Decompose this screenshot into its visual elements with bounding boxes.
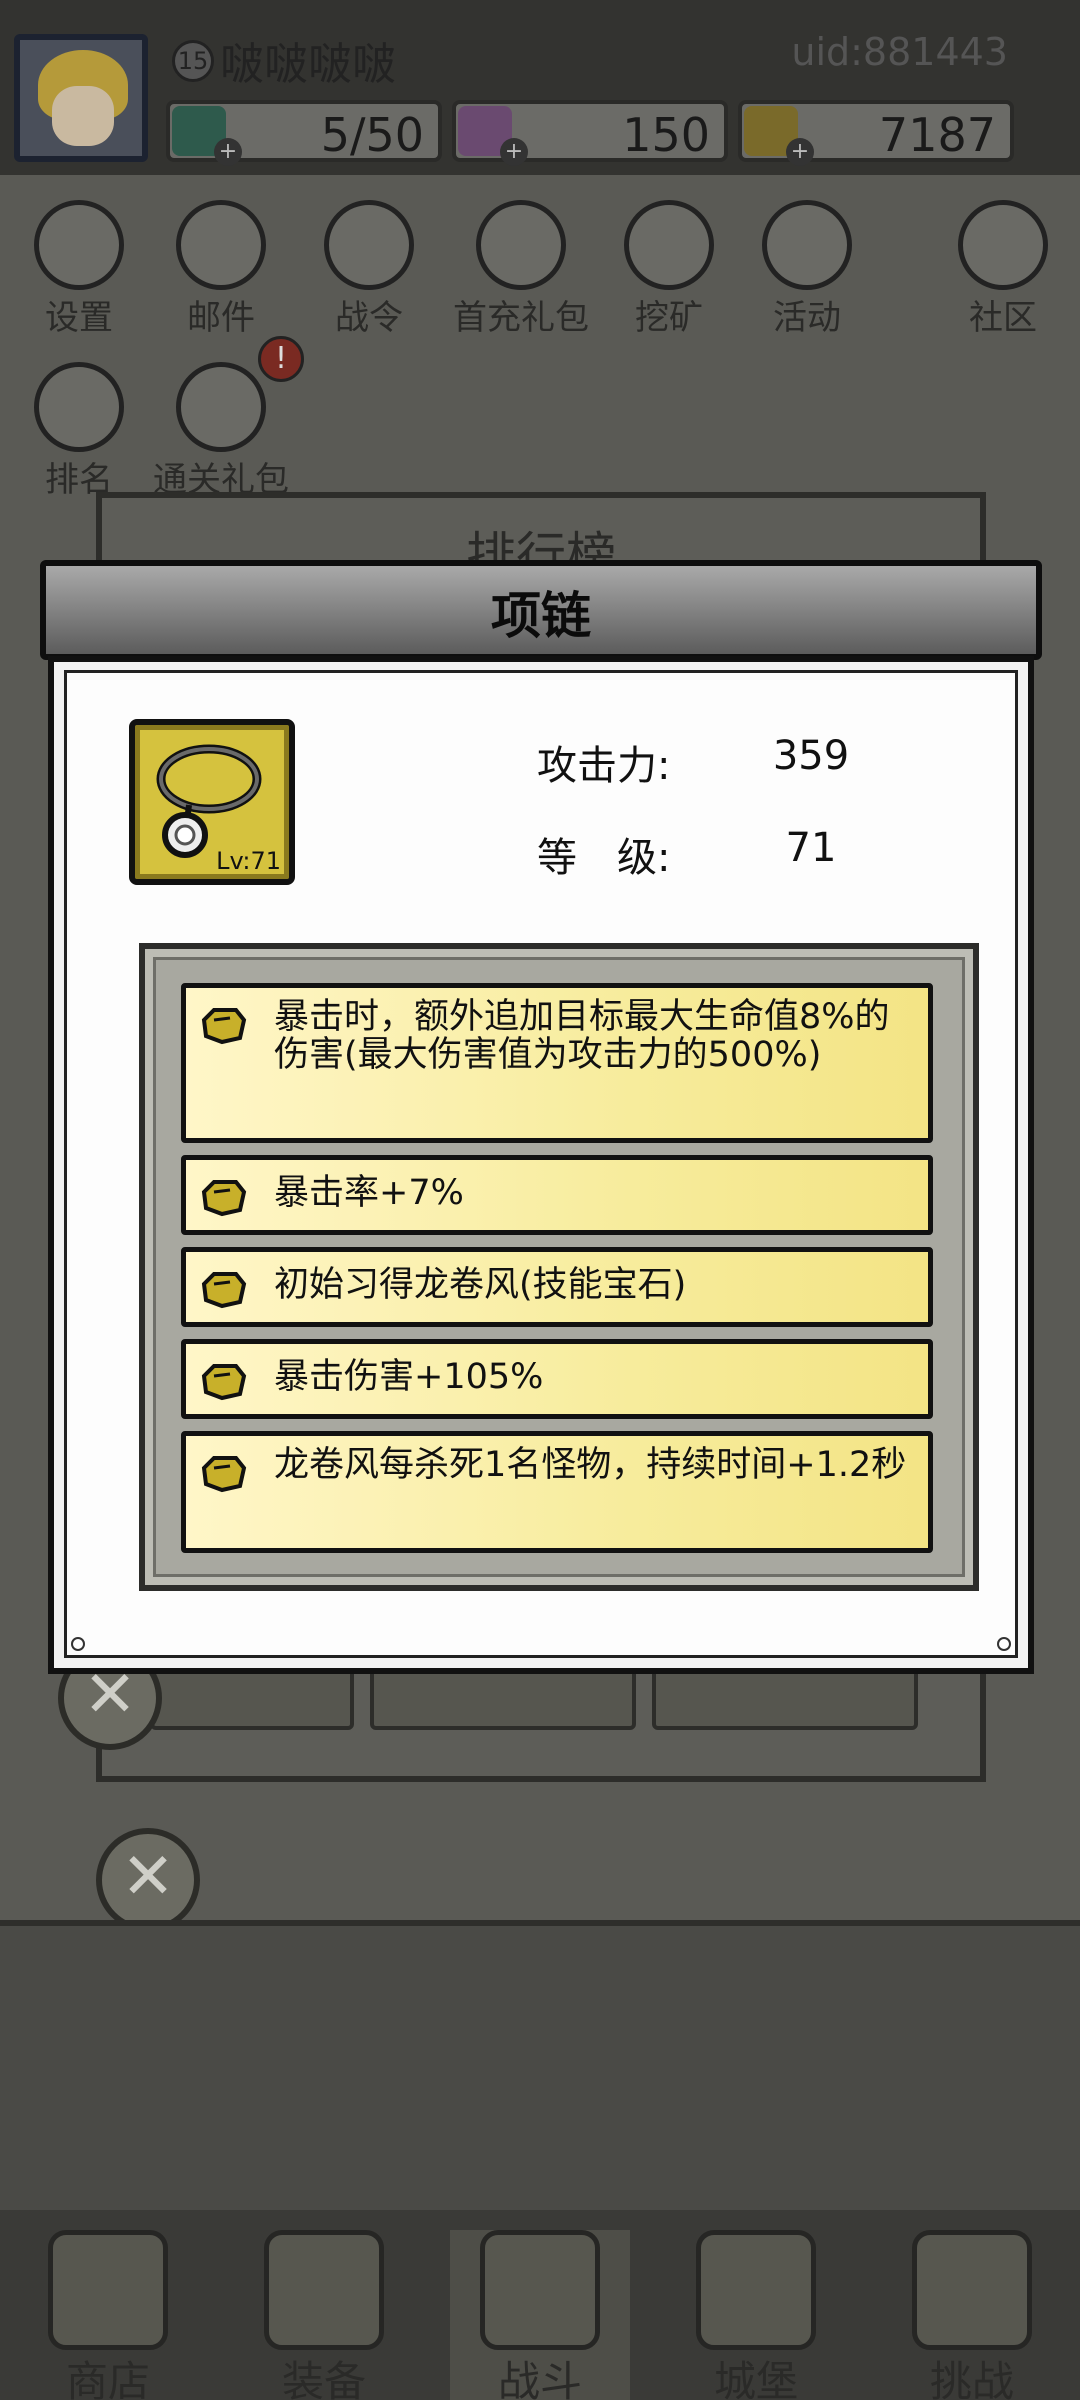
challenge-icon	[912, 2230, 1032, 2350]
attribute-row: 龙卷风每杀死1名怪物，持续时间+1.2秒	[181, 1431, 933, 1553]
attribute-text: 暴击率+7%	[274, 1173, 464, 1213]
attack-value: 359	[772, 733, 850, 779]
nav-equipment[interactable]: 装备	[234, 2230, 414, 2400]
alert-badge: !	[258, 336, 304, 382]
nav-challenge[interactable]: 挑战	[882, 2230, 1062, 2400]
attribute-row: 暴击率+7%	[181, 1155, 933, 1235]
battle-pass-button[interactable]: 战令	[314, 200, 424, 350]
gem-bullet-icon	[201, 1180, 247, 1217]
gear-icon	[34, 200, 124, 290]
gem-bullet-icon	[201, 1456, 247, 1493]
mail-button[interactable]: 邮件	[166, 200, 276, 350]
attribute-text: 暴击时，额外追加目标最大生命值8%的伤害(最大伤害值为攻击力的500%)	[274, 997, 890, 1075]
mail-icon	[176, 200, 266, 290]
home-icon	[958, 200, 1048, 290]
level-stat: 等 级: 71	[537, 825, 937, 885]
mining-button[interactable]: 挖矿	[614, 200, 724, 350]
pickaxe-icon	[624, 200, 714, 290]
shop-icon	[48, 2230, 168, 2350]
floor-decoration	[0, 1920, 1080, 2220]
item-level-label: Lv:71	[216, 847, 281, 875]
gold-counter[interactable]: + 7187	[738, 100, 1014, 166]
add-gold-icon[interactable]: +	[786, 138, 814, 166]
dialog-header: 项链	[40, 560, 1042, 660]
rivet-decoration	[997, 1637, 1011, 1651]
energy-counter[interactable]: + 5/50	[166, 100, 442, 166]
nav-shop[interactable]: 商店	[18, 2230, 198, 2400]
player-level-badge: 15	[172, 40, 214, 82]
rivet-decoration	[71, 1637, 85, 1651]
attribute-text: 暴击伤害+105%	[274, 1357, 544, 1397]
backpack-icon	[264, 2230, 384, 2350]
bottom-nav: 商店 装备 战斗 城堡 挑战	[0, 2210, 1080, 2400]
crossed-swords-icon	[480, 2230, 600, 2350]
attack-label: 攻击力:	[537, 743, 671, 789]
add-gem-icon[interactable]: +	[500, 138, 528, 166]
event-icon	[762, 200, 852, 290]
attribute-text: 龙卷风每杀死1名怪物，持续时间+1.2秒	[274, 1445, 907, 1485]
attribute-list-frame: 暴击时，额外追加目标最大生命值8%的伤害(最大伤害值为攻击力的500%) 暴击率…	[139, 943, 979, 1591]
gem-bullet-icon	[201, 1008, 247, 1045]
attribute-row: 暴击伤害+105%	[181, 1339, 933, 1419]
dialog-inner-panel: Lv:71 攻击力: 359 等 级: 71 暴击时，额外追加目标最大生命值8%…	[64, 670, 1018, 1658]
attack-stat: 攻击力: 359	[537, 733, 937, 793]
player-uid: uid:881443	[791, 30, 1008, 74]
nav-battle[interactable]: 战斗	[450, 2230, 630, 2400]
clear-gift-button[interactable]: 通关礼包	[153, 362, 289, 512]
nav-castle[interactable]: 城堡	[666, 2230, 846, 2400]
battle-pass-icon	[324, 200, 414, 290]
item-icon-frame: Lv:71	[129, 719, 295, 885]
ranking-icon	[34, 362, 124, 452]
settings-button[interactable]: 设置	[24, 200, 134, 350]
gift-bag-icon	[176, 362, 266, 452]
attribute-row: 暴击时，额外追加目标最大生命值8%的伤害(最大伤害值为攻击力的500%)	[181, 983, 933, 1143]
first-recharge-button[interactable]: 首充礼包	[453, 200, 589, 350]
gift-bag-icon	[476, 200, 566, 290]
gem-counter[interactable]: + 150	[452, 100, 728, 166]
dialog-title: 项链	[491, 587, 591, 645]
community-button[interactable]: 社区	[948, 200, 1058, 350]
item-detail-dialog: 项链 Lv:71 攻击力: 359 等 级: 71 暴击时，额外追加目标最大生命…	[40, 560, 1042, 1674]
castle-icon	[696, 2230, 816, 2350]
player-name: 啵啵啵啵	[220, 39, 396, 90]
close-button[interactable]: ✕	[96, 1828, 200, 1932]
gem-bullet-icon	[201, 1364, 247, 1401]
add-energy-icon[interactable]: +	[214, 138, 242, 166]
attribute-row: 初始习得龙卷风(技能宝石)	[181, 1247, 933, 1327]
dialog-body: Lv:71 攻击力: 359 等 级: 71 暴击时，额外追加目标最大生命值8%…	[48, 656, 1034, 1674]
ranking-button[interactable]: 排名	[24, 362, 134, 512]
close-icon: ✕	[121, 1840, 175, 1914]
events-button[interactable]: 活动	[752, 200, 862, 350]
attribute-text: 初始习得龙卷风(技能宝石)	[274, 1265, 687, 1305]
avatar[interactable]	[14, 34, 148, 162]
gem-bullet-icon	[201, 1272, 247, 1309]
level-label: 等 级:	[537, 835, 671, 881]
top-bar: 15 啵啵啵啵 uid:881443 + 5/50 + 150 + 7187	[0, 0, 1080, 175]
level-value: 71	[785, 825, 837, 871]
